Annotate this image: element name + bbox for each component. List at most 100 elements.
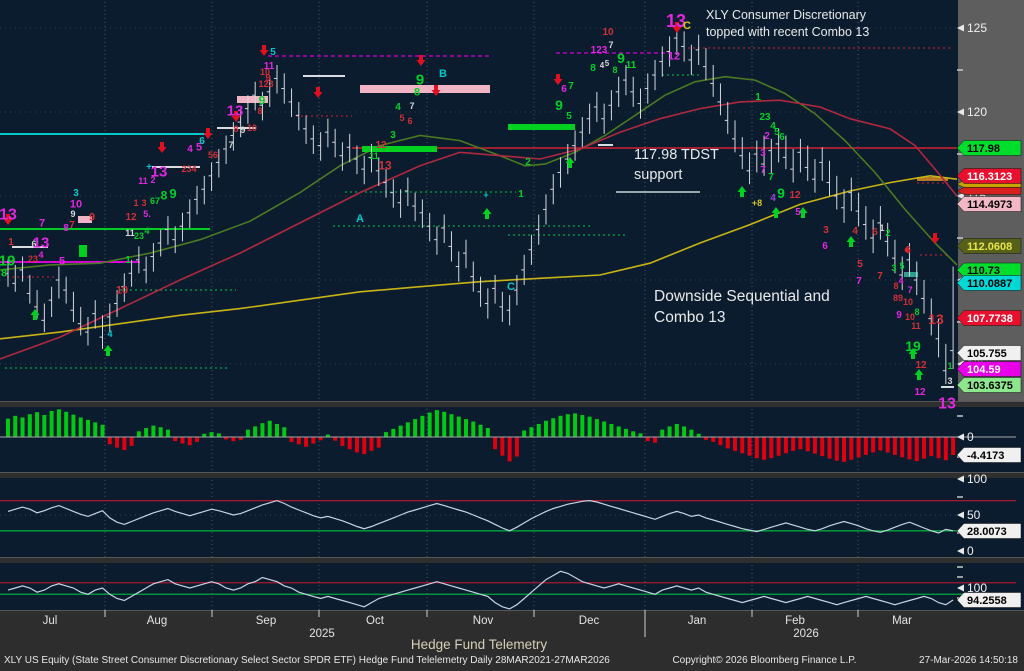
demark-count: 3 bbox=[390, 130, 396, 141]
histogram-bar bbox=[137, 431, 141, 437]
histogram-bar bbox=[391, 429, 395, 437]
demark-count: 8 bbox=[161, 188, 168, 202]
panel-divider-edge bbox=[0, 610, 1024, 611]
demark-count: 12 bbox=[914, 387, 926, 398]
histogram-bar bbox=[457, 417, 461, 437]
histogram-bar bbox=[144, 428, 148, 437]
demark-count: 1 bbox=[133, 198, 138, 208]
histogram-bar bbox=[842, 437, 846, 462]
demark-count: 7 bbox=[907, 285, 912, 295]
histogram-bar bbox=[275, 424, 279, 437]
month-label: Jul bbox=[43, 615, 58, 627]
histogram-bar bbox=[522, 430, 526, 437]
histogram-bar bbox=[624, 429, 628, 437]
demark-count: 19 bbox=[905, 338, 921, 354]
histogram-bar bbox=[159, 427, 163, 437]
histogram-bar bbox=[937, 437, 941, 458]
axis-minor-tick bbox=[957, 415, 963, 417]
demark-count: 5 bbox=[59, 256, 65, 268]
price-label-text: 104.59 bbox=[967, 364, 1001, 376]
histogram-bar bbox=[268, 421, 272, 437]
demark-count: 5 bbox=[399, 113, 404, 123]
demark-count: 23 bbox=[28, 254, 38, 264]
panel-divider-edge bbox=[0, 401, 1024, 402]
axis-minor-tick bbox=[957, 496, 963, 498]
histogram-bar bbox=[151, 426, 155, 437]
demark-count: 6 bbox=[905, 245, 911, 256]
histogram-bar bbox=[406, 422, 410, 437]
histogram-bar bbox=[57, 409, 61, 437]
histogram-bar bbox=[35, 412, 39, 437]
demark-count: 5 bbox=[857, 259, 863, 270]
histogram-bar bbox=[951, 437, 955, 455]
histogram-bar bbox=[559, 416, 563, 437]
wave-letter: C bbox=[683, 20, 691, 32]
demark-count: 4 bbox=[852, 226, 858, 237]
histogram-bar bbox=[515, 437, 519, 457]
demark-count: 13 bbox=[938, 395, 956, 412]
demark-count: 1 bbox=[125, 255, 131, 266]
histogram-panel-bg[interactable] bbox=[0, 407, 1024, 472]
td-box bbox=[508, 124, 575, 130]
histogram-bar bbox=[180, 437, 184, 444]
year-label: 2026 bbox=[793, 628, 819, 640]
histogram-bar bbox=[922, 437, 926, 459]
histogram-bar bbox=[217, 433, 221, 437]
price-label-text: 114.4973 bbox=[967, 199, 1012, 211]
demark-count: 11 bbox=[911, 321, 921, 331]
demark-count: 1 bbox=[518, 189, 524, 200]
histogram-bar bbox=[486, 428, 490, 437]
histogram-bar bbox=[682, 426, 686, 437]
demark-count: 1 bbox=[879, 223, 884, 233]
demark-count: 7 bbox=[760, 165, 766, 176]
price-label-text: 112.0608 bbox=[967, 241, 1012, 253]
panel-divider-edge bbox=[0, 557, 1024, 558]
histogram-bar bbox=[231, 437, 235, 441]
demark-count: 6 bbox=[822, 241, 828, 252]
demark-count: +8 bbox=[752, 198, 762, 208]
oscillator1-panel-bg[interactable] bbox=[0, 478, 1024, 557]
demark-count: 5 bbox=[899, 261, 904, 271]
wave-letter: C bbox=[507, 281, 515, 293]
price-label-text: 110.0887 bbox=[967, 278, 1012, 290]
demark-count: 3 bbox=[823, 225, 829, 236]
histogram-bar bbox=[101, 425, 105, 437]
histogram-bar bbox=[711, 437, 715, 442]
demark-count: 3 bbox=[73, 188, 79, 199]
demark-count: 4 bbox=[395, 102, 401, 113]
histogram-bar bbox=[115, 437, 119, 448]
axis-tick-label: 0 bbox=[967, 430, 974, 444]
demark-count: 7 bbox=[856, 276, 862, 287]
axis-minor-tick bbox=[957, 69, 963, 71]
histogram-bar bbox=[726, 437, 730, 448]
histogram-bar bbox=[580, 415, 584, 437]
demark-count: 4 bbox=[187, 144, 193, 155]
chart-canvas[interactable]: 131761319234588731099125.11234110+131128… bbox=[0, 0, 1024, 671]
histogram-bar bbox=[370, 437, 374, 451]
demark-count: 8 bbox=[590, 63, 596, 74]
demark-count: 4 bbox=[144, 226, 149, 236]
histogram-bar bbox=[442, 412, 446, 437]
histogram-bar bbox=[544, 421, 548, 437]
demark-count: 6 bbox=[407, 116, 412, 126]
histogram-bar bbox=[566, 414, 570, 437]
demark-count: 4 bbox=[898, 276, 903, 286]
histogram-bar bbox=[653, 437, 657, 443]
histogram-bar bbox=[21, 417, 25, 437]
demark-count: 13 bbox=[928, 311, 944, 327]
histogram-bar bbox=[86, 420, 90, 437]
price-label-text: 117.98 bbox=[967, 143, 1000, 155]
histogram-bar bbox=[529, 427, 533, 437]
demark-count: 1 bbox=[8, 237, 14, 248]
histogram-bar bbox=[500, 437, 504, 456]
month-label: Jan bbox=[688, 615, 707, 627]
histogram-bar bbox=[813, 437, 817, 454]
demark-count: 7 bbox=[228, 140, 233, 150]
oscillator2-panel-bg[interactable] bbox=[0, 563, 1024, 610]
histogram-bar bbox=[660, 430, 664, 437]
demark-count: 9 bbox=[617, 50, 625, 66]
histogram-bar bbox=[64, 412, 68, 437]
histogram-bar bbox=[835, 437, 839, 461]
histogram-bar bbox=[246, 430, 250, 437]
demark-count: 13 bbox=[0, 206, 17, 223]
